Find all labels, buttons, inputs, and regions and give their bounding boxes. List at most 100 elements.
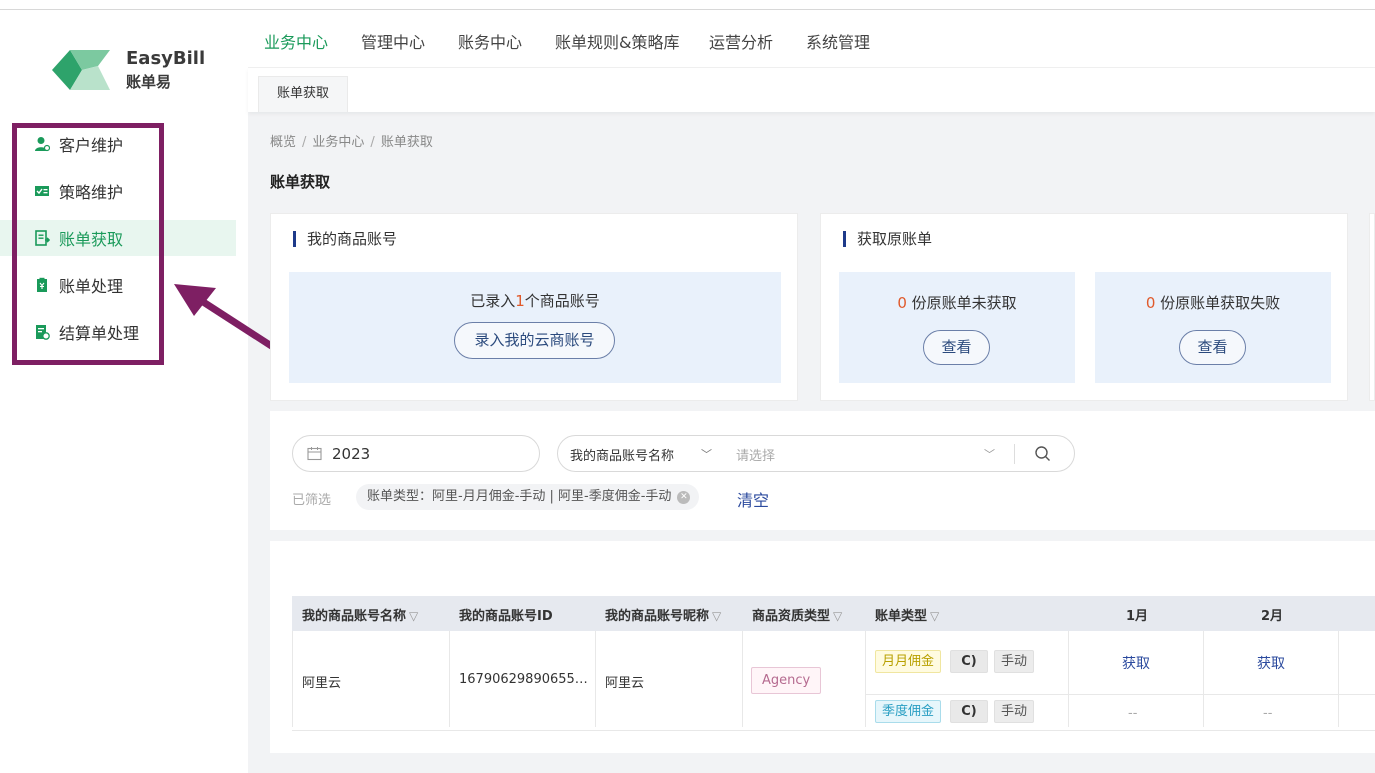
table-border	[595, 631, 596, 727]
logo-text-cn: 账单易	[126, 73, 172, 91]
card-title: 我的商品账号	[293, 228, 397, 249]
column-header-qualification[interactable]: 商品资质类型 ▽	[752, 605, 842, 624]
view-failed-button[interactable]: 查看	[1179, 330, 1246, 365]
browser-top-edge	[0, 0, 1375, 10]
chevron-down-icon: ﹀	[701, 448, 712, 461]
column-header-label: 账单类型	[875, 609, 928, 624]
account-value-select[interactable]: 请选择	[736, 445, 775, 464]
breadcrumb: 概览 / 业务中心 / 账单获取	[270, 131, 433, 150]
clear-filters-link[interactable]: 清空	[737, 487, 769, 511]
tab-bar: 账单获取	[248, 68, 1375, 112]
cell-account-id: 16790629890655…	[459, 672, 588, 687]
filter-icon[interactable]: ▽	[409, 609, 418, 623]
filter-icon[interactable]: ▽	[712, 609, 721, 623]
column-header-account-name[interactable]: 我的商品账号名称 ▽	[302, 605, 418, 624]
cell-account-name: 阿里云	[302, 676, 342, 691]
column-header-nickname[interactable]: 我的商品账号昵称 ▽	[605, 605, 721, 624]
breadcrumb-current: 账单获取	[380, 135, 433, 150]
chevron-down-icon: ﹀	[984, 448, 995, 461]
bill-type-tag: 季度佣金	[875, 700, 942, 723]
link-icon[interactable]: C)	[950, 650, 988, 673]
next-card-edge	[1369, 213, 1375, 401]
account-field-select[interactable]: 我的商品账号名称	[570, 445, 674, 464]
column-header-bill-type[interactable]: 账单类型 ▽	[875, 605, 939, 624]
accounts-count-text: 已录入1个商品账号	[289, 290, 781, 311]
bills-table: 我的商品账号名称 ▽ 我的商品账号ID 我的商品账号昵称 ▽ 商品资质类型 ▽ 账单类…	[270, 541, 1375, 753]
table-border	[1068, 631, 1069, 727]
column-header-feb: 2月	[1261, 609, 1284, 624]
topnav-rules-library[interactable]: 账单规则&策略库	[555, 29, 679, 53]
filter-tag-text: 账单类型：阿里-月月佣金-手动 | 阿里-季度佣金-手动	[367, 489, 672, 504]
view-not-fetched-button[interactable]: 查看	[923, 330, 990, 365]
filter-icon[interactable]: ▽	[833, 609, 842, 623]
logo-text-en: EasyBill	[126, 48, 206, 69]
search-icon[interactable]	[1034, 445, 1052, 463]
filter-tag-bill-type: 账单类型：阿里-月月佣金-手动 | 阿里-季度佣金-手动 ✕	[356, 484, 700, 510]
topnav-operations-analysis[interactable]: 运营分析	[709, 29, 773, 53]
failed-count: 0	[1145, 294, 1156, 312]
breadcrumb-overview[interactable]: 概览	[270, 135, 296, 150]
table-border	[292, 631, 293, 727]
column-header-label: 商品资质类型	[752, 609, 831, 624]
top-nav: 业务中心 管理中心 账务中心 账单规则&策略库 运营分析 系统管理	[248, 10, 1375, 68]
not-fetched-panel: 0 份原账单未获取 查看	[839, 272, 1075, 383]
column-header-label: 我的商品账号名称	[302, 609, 407, 624]
raw-bills-card: 获取原账单 0 份原账单未获取 查看 0 份原账单获取失败 查看	[820, 213, 1348, 401]
table-border	[1338, 631, 1339, 727]
topnav-business-center[interactable]: 业务中心	[264, 29, 328, 53]
cell-feb-empty: --	[1263, 706, 1273, 721]
annotation-highlight-box	[12, 123, 164, 365]
calendar-icon	[307, 447, 322, 461]
table-border	[865, 631, 866, 727]
breadcrumb-separator: /	[370, 135, 375, 150]
add-cloud-account-button[interactable]: 录入我的云商账号	[454, 322, 615, 359]
mode-tag: 手动	[994, 650, 1035, 673]
bill-type-tag: 月月佣金	[875, 650, 942, 673]
year-picker[interactable]: 2023	[292, 435, 540, 472]
column-header-label: 我的商品账号ID	[459, 609, 553, 624]
table-border	[449, 631, 450, 727]
accounts-panel: 已录入1个商品账号 录入我的云商账号	[289, 272, 781, 383]
tab-bill-fetch[interactable]: 账单获取	[258, 76, 349, 112]
filter-bar: 2023 我的商品账号名称 ﹀ 请选择 ﹀ 已筛选 账单类型：阿里-月月佣金-手…	[270, 411, 1375, 530]
topnav-system-management[interactable]: 系统管理	[806, 29, 870, 53]
cell-jan-empty: --	[1128, 706, 1138, 721]
divider	[1014, 444, 1015, 464]
not-fetched-text: 0 份原账单未获取	[839, 292, 1075, 313]
table-border	[865, 694, 1375, 695]
breadcrumb-separator: /	[302, 135, 307, 150]
failed-text: 0 份原账单获取失败	[1095, 292, 1331, 313]
table-border	[742, 631, 743, 727]
table-header: 我的商品账号名称 ▽ 我的商品账号ID 我的商品账号昵称 ▽ 商品资质类型 ▽ 账单类…	[292, 596, 1375, 631]
filtered-label: 已筛选	[292, 493, 332, 508]
cell-nickname: 阿里云	[605, 676, 645, 691]
failed-panel: 0 份原账单获取失败 查看	[1095, 272, 1331, 383]
table-border	[1203, 631, 1204, 727]
my-accounts-card: 我的商品账号 已录入1个商品账号 录入我的云商账号	[270, 213, 798, 401]
year-value: 2023	[332, 444, 371, 463]
accounts-count: 1	[515, 292, 525, 310]
failed-label: 份原账单获取失败	[1155, 294, 1281, 312]
fetch-jan-link[interactable]: 获取	[1122, 653, 1150, 673]
column-header-jan: 1月	[1126, 609, 1149, 624]
breadcrumb-business-center[interactable]: 业务中心	[312, 135, 364, 150]
column-header-label: 我的商品账号昵称	[605, 609, 710, 624]
link-icon[interactable]: C)	[950, 700, 988, 723]
account-search-group: 我的商品账号名称 ﹀ 请选择 ﹀	[557, 435, 1075, 472]
logo: EasyBill 账单易	[52, 46, 212, 102]
qualification-badge: Agency	[751, 667, 822, 694]
column-header-account-id: 我的商品账号ID	[459, 605, 553, 624]
table-border	[292, 730, 1375, 731]
page-title: 账单获取	[270, 173, 331, 191]
mode-tag: 手动	[994, 700, 1035, 723]
accounts-count-suffix: 个商品账号	[524, 292, 600, 310]
topnav-accounting-center[interactable]: 账务中心	[458, 29, 522, 53]
not-fetched-count: 0	[897, 294, 907, 312]
topnav-management-center[interactable]: 管理中心	[361, 29, 425, 53]
easybill-logo-icon	[52, 50, 110, 90]
not-fetched-label: 份原账单未获取	[906, 294, 1017, 312]
close-icon[interactable]: ✕	[677, 491, 691, 504]
fetch-feb-link[interactable]: 获取	[1257, 653, 1285, 673]
accounts-count-prefix: 已录入	[470, 292, 516, 310]
filter-icon[interactable]: ▽	[930, 609, 939, 623]
